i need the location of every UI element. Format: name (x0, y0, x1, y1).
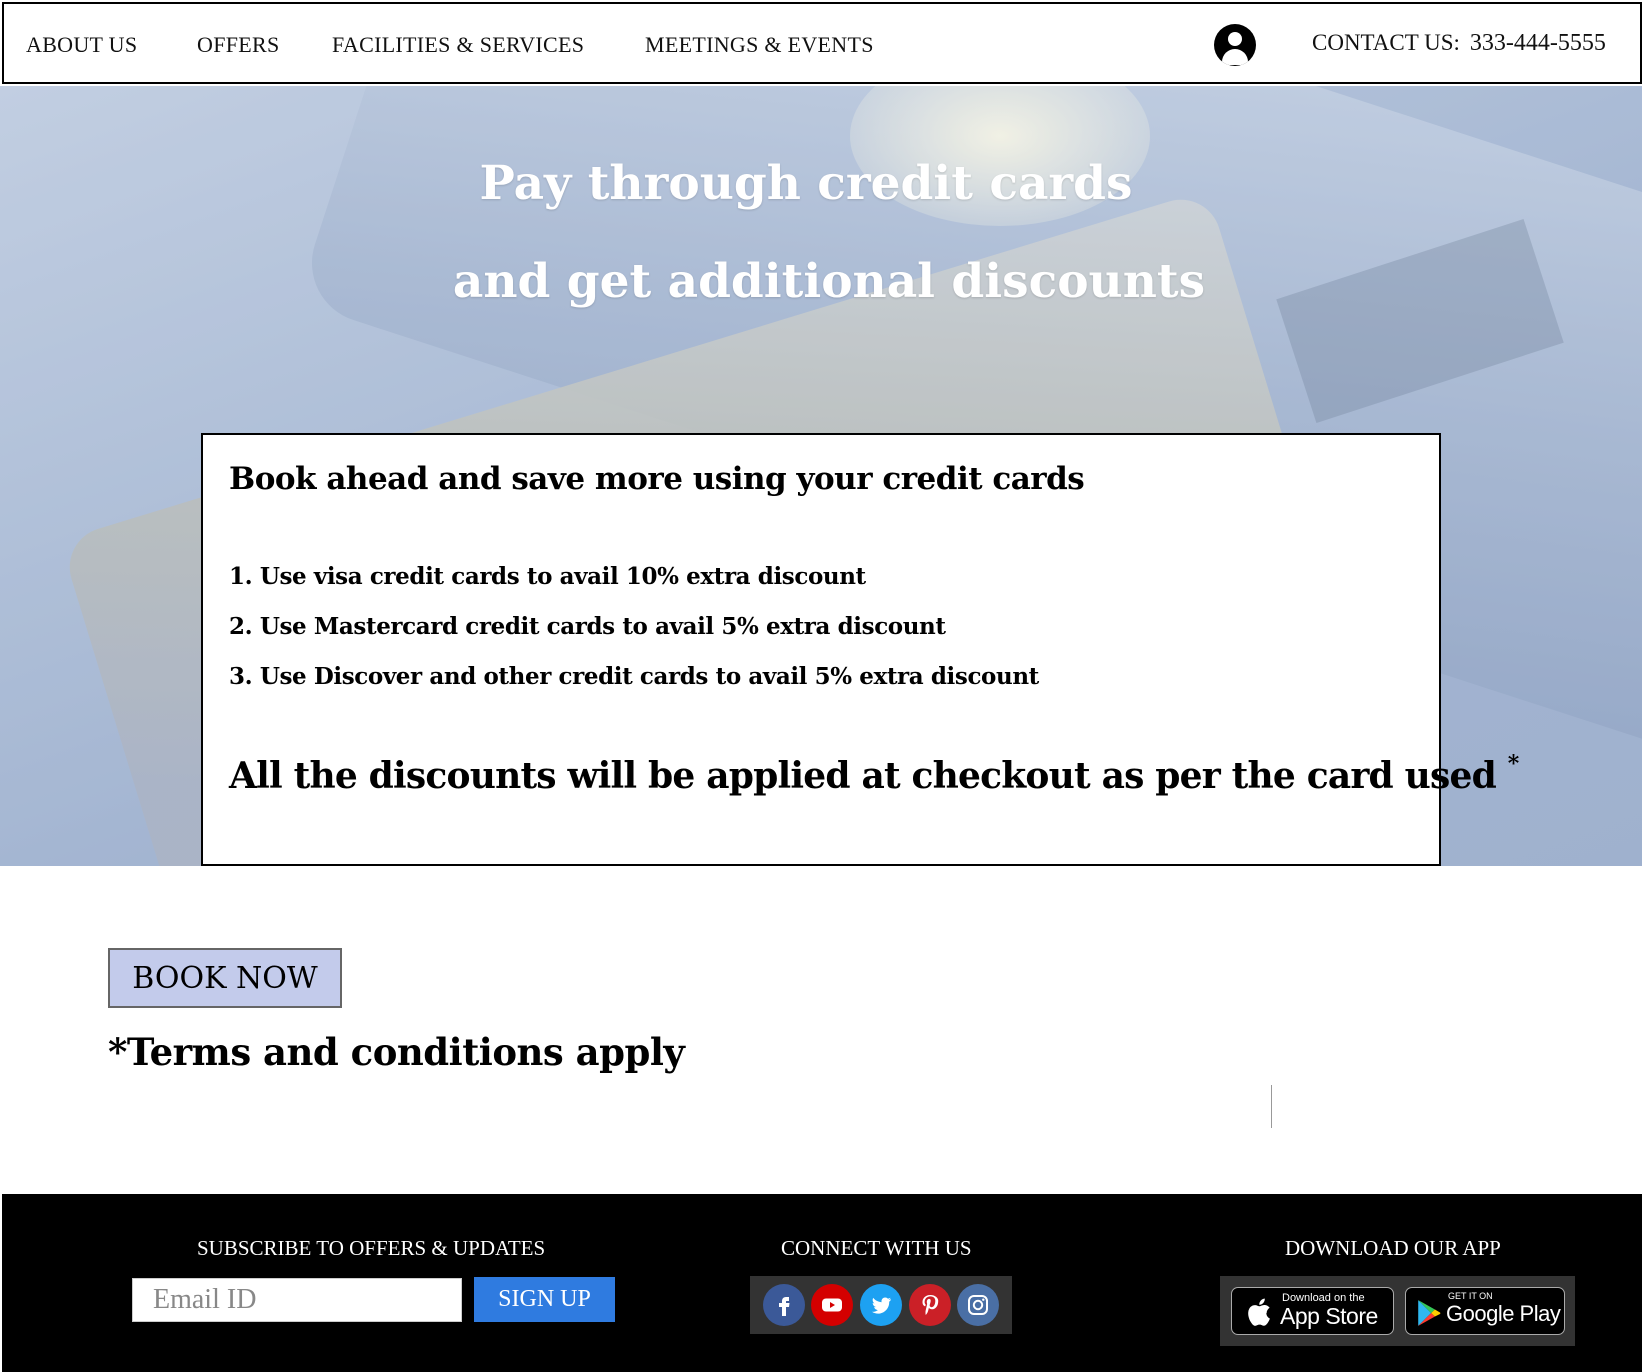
sign-up-button[interactable]: SIGN UP (474, 1277, 615, 1322)
twitter-icon[interactable] (859, 1284, 902, 1326)
google-play-big-text: Google Play (1446, 1301, 1561, 1326)
youtube-icon[interactable] (811, 1284, 854, 1326)
subscribe-heading: SUBSCRIBE TO OFFERS & UPDATES (197, 1236, 546, 1260)
footer: SUBSCRIBE TO OFFERS & UPDATES SIGN UP CO… (2, 1194, 1642, 1372)
hero-title-line-1: Pay through credit cards (479, 156, 1133, 211)
app-store-button[interactable]: Download on the App Store (1231, 1287, 1394, 1335)
account-icon[interactable] (1214, 24, 1256, 66)
app-store-badges: Download on the App Store GET IT ON Goog… (1220, 1276, 1575, 1346)
divider-line (1271, 1085, 1272, 1128)
hero-title-line-2: and get additional discounts (452, 254, 1206, 309)
promo-note: All the discounts will be applied at che… (229, 751, 1519, 797)
promo-box: Book ahead and save more using your cred… (201, 433, 1519, 866)
app-store-big-text: App Store (1280, 1303, 1378, 1329)
book-now-button[interactable]: BOOK NOW (108, 948, 342, 1008)
account-icon-head (1228, 32, 1242, 46)
google-play-icon (1418, 1300, 1441, 1326)
promo-note-asterisk: * (1507, 751, 1519, 777)
promo-note-text: All the discounts will be applied at che… (229, 755, 1497, 797)
promo-heading: Book ahead and save more using your cred… (229, 461, 1085, 497)
download-heading: DOWNLOAD OUR APP (1285, 1236, 1501, 1260)
email-input[interactable] (132, 1278, 462, 1322)
nav-about-us[interactable]: ABOUT US (26, 32, 137, 58)
hero-banner: Pay through credit cards and get additio… (0, 86, 1642, 866)
apple-icon (1248, 1298, 1270, 1326)
instagram-icon[interactable] (957, 1284, 1000, 1326)
contact-info: CONTACT US: 333-444-5555 (1312, 30, 1606, 57)
connect-heading: CONNECT WITH US (781, 1236, 972, 1260)
nav-offers[interactable]: OFFERS (197, 32, 280, 58)
account-icon-body (1222, 49, 1248, 65)
google-play-small-text: GET IT ON (1448, 1291, 1493, 1301)
google-play-button[interactable]: GET IT ON Google Play (1405, 1287, 1565, 1335)
pinterest-icon[interactable] (908, 1284, 951, 1326)
facebook-icon[interactable] (762, 1284, 805, 1326)
promo-list-item: 1. Use visa credit cards to avail 10% ex… (229, 563, 866, 590)
contact-label: CONTACT US: (1312, 30, 1460, 55)
nav-meetings-events[interactable]: MEETINGS & EVENTS (645, 32, 874, 58)
promo-list: 1. Use visa credit cards to avail 10% ex… (229, 563, 1039, 713)
promo-list-item: 3. Use Discover and other credit cards t… (229, 663, 1039, 690)
contact-phone[interactable]: 333-444-5555 (1470, 30, 1606, 56)
top-navigation: ABOUT US OFFERS FACILITIES & SERVICES ME… (2, 2, 1642, 84)
social-links (750, 1276, 1012, 1334)
promo-list-item: 2. Use Mastercard credit cards to avail … (229, 613, 946, 640)
nav-facilities-services[interactable]: FACILITIES & SERVICES (332, 32, 584, 58)
terms-note: *Terms and conditions apply (108, 1030, 685, 1074)
